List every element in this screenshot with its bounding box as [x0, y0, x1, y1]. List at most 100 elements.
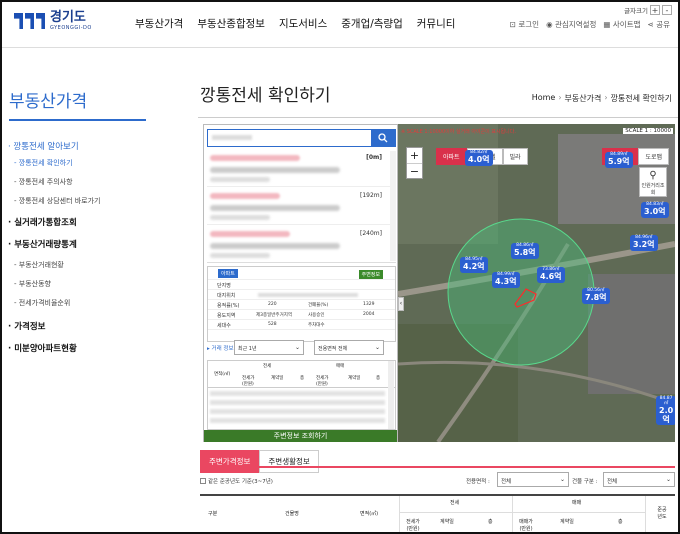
price-marker[interactable]: 84.83㎡ 3.0억 [641, 202, 669, 218]
street-view-button[interactable]: ⚲ 인원거리조회 [639, 167, 667, 197]
sidebar-item-priceinfo[interactable]: · 가격정보 [8, 320, 158, 332]
chevron-down-icon: ⌄ [559, 476, 565, 483]
sidebar-item-stats[interactable]: · 부동산거래량통계 [8, 238, 158, 250]
global-nav: 부동산가격 부동산종합정보 지도서비스 중개업/측량업 커뮤니티 [135, 16, 455, 31]
sidebar-item-caution[interactable]: - 깡통전세 주의사항 [14, 177, 158, 187]
results-scrollbar[interactable] [390, 151, 396, 261]
result-distance: [240m] [360, 230, 382, 237]
gnb-item-broker[interactable]: 중개업/측량업 [341, 16, 403, 31]
zoom-out-button[interactable]: − [407, 163, 422, 178]
share-label: 공유 [656, 20, 670, 29]
sidebar-item-kkangtong[interactable]: · 깡통전세 알아보기 [8, 140, 158, 152]
result-distance: [192m] [360, 192, 382, 199]
sidebar-item-unsold[interactable]: · 미분양아파트현황 [8, 342, 158, 354]
info-label: 용적률(%) [217, 303, 240, 309]
sidebar-item-trend[interactable]: - 부동산동향 [14, 279, 158, 289]
table-header: 준공 년도 [657, 507, 667, 520]
sitemap-link[interactable]: ▦ 사이트맵 [603, 19, 640, 30]
logo-text: 경기도 [50, 10, 86, 25]
info-label: 단지명 [217, 283, 231, 289]
street-view-label: 인원거리조회 [641, 183, 665, 196]
building-filter-select[interactable]: 전체 ⌄ [603, 472, 675, 487]
price-marker[interactable]: 84.87㎡ 2.0억 [656, 396, 675, 426]
tab-life-info[interactable]: 주변생활정보 [259, 450, 319, 473]
sidebar-item-center[interactable]: - 깡통전세 상담센터 바로가기 [14, 196, 158, 206]
share-link[interactable]: ⋖ 공유 [648, 19, 671, 30]
price-marker[interactable]: 84.82㎡ 4.0억 [465, 150, 493, 166]
near-info-button[interactable]: 주변정보 조회하기 [204, 430, 397, 442]
bottom-options: 같은 준공년도 기준(3~7년) 전용면적 : 전체 ⌄ 건물 구분 : 전체 ⌄ [200, 472, 675, 490]
result-item[interactable]: [192m] [207, 187, 396, 225]
sidebar-item-realtrade[interactable]: · 실거래가통합조회 [8, 216, 158, 228]
map-view[interactable]: ※ SCALE 1:10000이하 실거래 아이콘이 표시됩니다. SCALE … [398, 124, 675, 442]
gnb-item-info[interactable]: 부동산종합정보 [197, 16, 265, 31]
area-select[interactable]: 전용면적 전체 ⌄ [314, 340, 384, 355]
table-row [210, 409, 385, 414]
page-title: 깡통전세 확인하기 [200, 86, 331, 106]
login-label: 로그인 [518, 20, 540, 29]
tab-price-info[interactable]: 주변가격정보 [200, 450, 260, 473]
panel-collapse-button[interactable]: ‹ [398, 297, 404, 311]
gnb-item-price[interactable]: 부동산가격 [135, 16, 183, 31]
breadcrumb-section[interactable]: 부동산가격 [565, 93, 602, 104]
price-marker[interactable]: 84.99㎡ 4.3억 [492, 272, 520, 288]
login-link[interactable]: ⊡ 로그인 [510, 19, 539, 30]
font-minus-button[interactable]: - [662, 5, 672, 15]
search-icon [378, 133, 388, 143]
period-select[interactable]: 최근 1년 ⌄ [234, 340, 304, 355]
site-logo[interactable]: 경기도 GYEONGGI-DO [14, 11, 92, 31]
gnb-item-community[interactable]: 커뮤니티 [417, 16, 456, 31]
area-filter-select[interactable]: 전체 ⌄ [497, 472, 569, 487]
price-marker[interactable]: 84.89㎡ 5.9억 [605, 152, 633, 168]
search-button[interactable] [371, 130, 395, 146]
sidebar-nav: · 깡통전세 알아보기 - 깡통전세 확인하기 - 깡통전세 주의사항 - 깡통… [8, 140, 158, 360]
sitemap-icon: ▦ [603, 20, 611, 29]
search-results: [0m] [192m] [240m] [207, 149, 396, 263]
result-item[interactable]: [0m] [207, 149, 396, 187]
page-frame: 경기도 GYEONGGI-DO 부동산가격 부동산종합정보 지도서비스 중개업/… [0, 0, 680, 534]
table-subheader: 전세가 (만원) [406, 519, 420, 532]
search-input[interactable] [208, 130, 372, 146]
price-marker[interactable]: 73.86㎡ 4.6억 [537, 267, 565, 283]
type-villa-button[interactable]: 빌라 [502, 148, 528, 165]
price-marker[interactable]: 84.86㎡ 5.8억 [511, 243, 539, 259]
price-marker[interactable]: 84.96㎡ 3.2억 [630, 235, 658, 251]
info-label: 용도지역 [217, 313, 236, 319]
zoom-in-button[interactable]: + [407, 148, 422, 163]
table-scrollbar[interactable] [388, 361, 394, 429]
table-row [210, 418, 385, 423]
login-icon: ⊡ [509, 20, 516, 29]
sidebar-item-ratio[interactable]: - 전세가격비율순위 [14, 298, 158, 308]
same-year-checkbox[interactable]: 같은 준공년도 기준(3~7년) [200, 477, 273, 485]
result-item[interactable]: [240m] [207, 225, 396, 262]
info-label: 대지위치 [217, 293, 236, 299]
price-table: 구분 건물명 면적(㎡) 전세 매매 준공 년도 전세가 (만원) 계약일 층 … [200, 494, 675, 532]
table-header: 전세가 (만원) [242, 376, 255, 387]
table-subheader: 계약일 [440, 519, 454, 525]
utility-links: ⊡ 로그인 ◉ 관심지역설정 ▦ 사이트맵 ⋖ 공유 [510, 19, 670, 30]
interest-link[interactable]: ◉ 관심지역설정 [546, 19, 596, 30]
price-marker[interactable]: 84.95㎡ 4.2억 [460, 257, 488, 273]
gyeonggi-logo-icon [14, 13, 45, 29]
bottom-tabs: 주변가격정보 주변생활정보 [200, 450, 319, 473]
sidebar-item-check[interactable]: - 깡통전세 확인하기 [14, 158, 158, 168]
table-header: 전세 [263, 364, 272, 369]
sidebar-item-status[interactable]: - 부동산거래현황 [14, 260, 158, 270]
type-apartment-button[interactable]: 아파트 [436, 148, 467, 165]
table-header: 층 [376, 376, 381, 381]
table-header: 전세 [450, 500, 460, 506]
road-map-button[interactable]: 도로맵 [638, 148, 669, 165]
logo-subtext: GYEONGGI-DO [50, 25, 92, 31]
price-marker[interactable]: 80.56㎡ 7.8억 [582, 288, 610, 304]
table-subheader: 매매가 (만원) [519, 519, 533, 532]
apartment-info: 아파트 주변정보 단지명 대지위치 용적률(%) 220 건폐율(%) 1329… [207, 266, 396, 342]
breadcrumb-home[interactable]: Home [532, 93, 556, 104]
font-plus-button[interactable]: + [650, 5, 660, 15]
result-distance: [0m] [366, 154, 382, 161]
gnb-item-map[interactable]: 지도서비스 [279, 16, 327, 31]
near-info-badge[interactable]: 주변정보 [358, 270, 383, 279]
chevron-down-icon: ⌄ [665, 476, 671, 483]
title-divider [198, 117, 678, 118]
font-size-control: 글자크기 + - [624, 5, 672, 15]
apt-type-badge: 아파트 [218, 269, 238, 278]
